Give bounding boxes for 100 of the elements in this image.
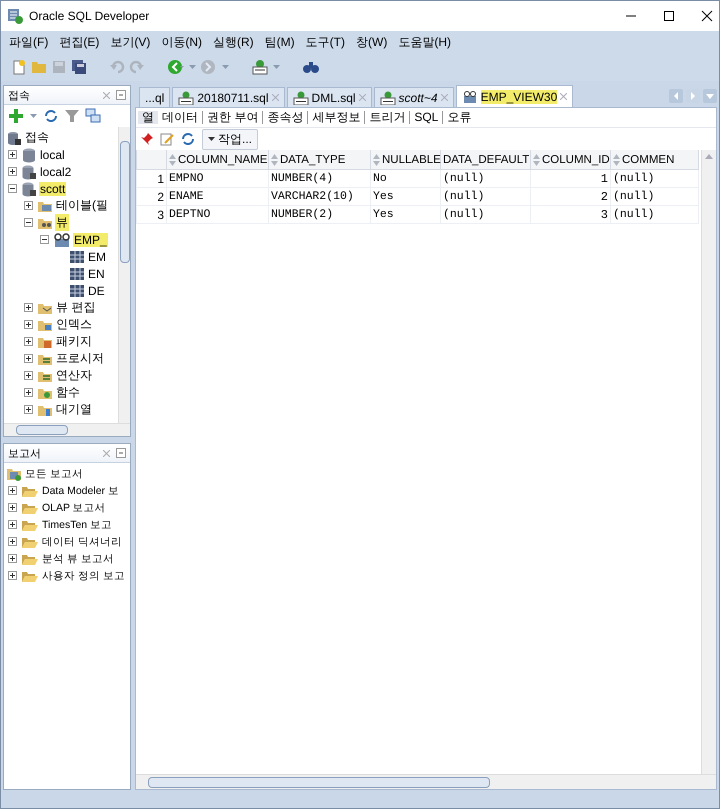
expand-toggle-icon[interactable] (24, 405, 33, 414)
tree-item[interactable]: Data Modeler 보 (41, 484, 120, 498)
actions-button[interactable]: 작업... (202, 128, 258, 150)
filter-icon[interactable] (65, 109, 79, 123)
tree-item[interactable]: 데이터 딕셔너리 (41, 534, 123, 548)
tree-item[interactable]: local (39, 148, 66, 162)
tree-item[interactable]: 뷰 편집 (55, 299, 96, 316)
tree-item[interactable]: TimesTen 보고 (41, 518, 114, 532)
expand-toggle-icon[interactable] (8, 486, 17, 495)
caret-icon[interactable] (30, 114, 37, 118)
tree-item[interactable]: 함수 (55, 384, 81, 401)
editor-tab[interactable]: scott~4 (374, 87, 454, 107)
tree-item[interactable]: 접속 (24, 129, 50, 146)
sql-worksheet-icon[interactable] (251, 59, 269, 75)
expand-toggle-icon[interactable] (24, 201, 33, 210)
tree-item[interactable]: 대기열 (55, 401, 93, 418)
expand-toggle-icon[interactable] (24, 337, 33, 346)
binoculars-icon[interactable] (302, 59, 320, 75)
sub-tab[interactable]: 데이터 (158, 111, 203, 124)
schema-browser-icon[interactable] (85, 108, 101, 124)
tree-item[interactable]: 모든 보고서 (24, 466, 84, 480)
tree-item[interactable]: 분석 뷰 보고서 (41, 552, 115, 566)
tree-item[interactable]: local2 (39, 164, 72, 178)
sub-tab[interactable]: 세부정보 (308, 111, 366, 124)
refresh-icon[interactable] (43, 108, 59, 124)
pin-icon[interactable] (140, 132, 154, 146)
table-cell: (null) (610, 170, 698, 188)
expand-toggle-icon[interactable] (24, 371, 33, 380)
column-header[interactable]: COLUMN_NAME (166, 150, 268, 170)
tree-item[interactable]: OLAP 보고서 (41, 500, 107, 514)
expand-toggle-icon[interactable] (24, 388, 33, 397)
menu-item[interactable]: 팀(M) (260, 34, 299, 50)
menu-item[interactable]: 파일(F) (5, 34, 52, 50)
new-file-icon[interactable] (11, 59, 27, 75)
expand-toggle-icon[interactable] (8, 503, 17, 512)
tree-item[interactable]: 패키지 (55, 333, 93, 350)
refresh-icon[interactable] (180, 131, 196, 147)
editor-tab[interactable]: EMP_VIEW30 (456, 85, 574, 107)
tree-item[interactable]: scott (39, 182, 66, 196)
close-icon[interactable] (701, 10, 713, 22)
column-header[interactable]: DATA_DEFAULT (440, 150, 530, 170)
expand-toggle-icon[interactable] (8, 520, 17, 529)
tree-item[interactable]: 뷰 (55, 214, 69, 231)
row-number: 3 (136, 206, 166, 224)
edit-icon[interactable] (160, 132, 174, 146)
sub-tab[interactable]: 권한 부여 (203, 111, 264, 124)
menu-item[interactable]: 도움말(H) (394, 34, 455, 50)
editor-tab[interactable]: 20180711.sql (172, 87, 285, 107)
app-icon (7, 8, 23, 24)
expand-toggle-icon[interactable] (8, 184, 17, 193)
tree-item[interactable]: EN (87, 266, 106, 280)
sub-tab[interactable]: 열 (138, 111, 158, 124)
expand-toggle-icon[interactable] (24, 303, 33, 312)
sub-tab[interactable]: 오류 (443, 111, 476, 124)
save-all-icon[interactable] (71, 59, 87, 75)
expand-toggle-icon[interactable] (24, 320, 33, 329)
scroll-bar[interactable] (701, 150, 716, 774)
column-header[interactable]: COMMEN (610, 150, 698, 170)
tree-item[interactable]: EM (87, 250, 107, 264)
expand-toggle-icon[interactable] (8, 167, 17, 176)
table-cell: (null) (610, 206, 698, 224)
sub-tab[interactable]: 종속성 (263, 111, 308, 124)
tree-item[interactable]: 인덱스 (55, 316, 93, 333)
expand-toggle-icon[interactable] (8, 537, 17, 546)
scroll-bar[interactable] (118, 127, 130, 423)
row-number: 2 (136, 188, 166, 206)
editor-tab[interactable]: ...ql (139, 87, 170, 107)
tree-item[interactable]: DE (87, 284, 106, 298)
expand-toggle-icon[interactable] (8, 554, 17, 563)
add-icon[interactable] (8, 108, 24, 124)
sub-tab[interactable]: SQL (410, 111, 444, 124)
column-header[interactable]: NULLABLE (370, 150, 440, 170)
menu-item[interactable]: 보기(V) (106, 34, 154, 50)
tree-item[interactable]: 프로시저 (55, 350, 105, 367)
expand-toggle-icon[interactable] (24, 218, 33, 227)
menu-item[interactable]: 이동(N) (157, 34, 206, 50)
tree-item[interactable]: 사용자 정의 보고 (41, 568, 126, 582)
expand-toggle-icon[interactable] (8, 150, 17, 159)
expand-toggle-icon[interactable] (8, 571, 17, 580)
sub-tab[interactable]: 트리거 (365, 111, 410, 124)
tree-item[interactable]: 연산자 (55, 367, 93, 384)
column-header[interactable]: COLUMN_ID (530, 150, 610, 170)
menu-item[interactable]: 실행(R) (209, 34, 258, 50)
expand-toggle-icon[interactable] (40, 235, 49, 244)
column-header[interactable]: DATA_TYPE (268, 150, 370, 170)
menu-item[interactable]: 도구(T) (302, 34, 349, 50)
maximize-icon[interactable] (663, 10, 675, 22)
minimize-icon[interactable] (116, 448, 126, 458)
sql-worksheet-icon (380, 90, 396, 104)
editor-tab[interactable]: DML.sql (286, 87, 372, 107)
menu-item[interactable]: 창(W) (352, 34, 392, 50)
scroll-bar[interactable] (136, 774, 716, 789)
expand-toggle-icon[interactable] (24, 354, 33, 363)
menu-item[interactable]: 편집(E) (55, 34, 104, 50)
tree-item[interactable]: 테이블(필 (55, 197, 109, 214)
minimize-icon[interactable] (116, 90, 126, 100)
tree-item[interactable]: EMP_ (73, 232, 108, 246)
table-grid-icon (69, 250, 85, 264)
scroll-bar[interactable] (4, 423, 130, 436)
database-icon (21, 146, 37, 162)
